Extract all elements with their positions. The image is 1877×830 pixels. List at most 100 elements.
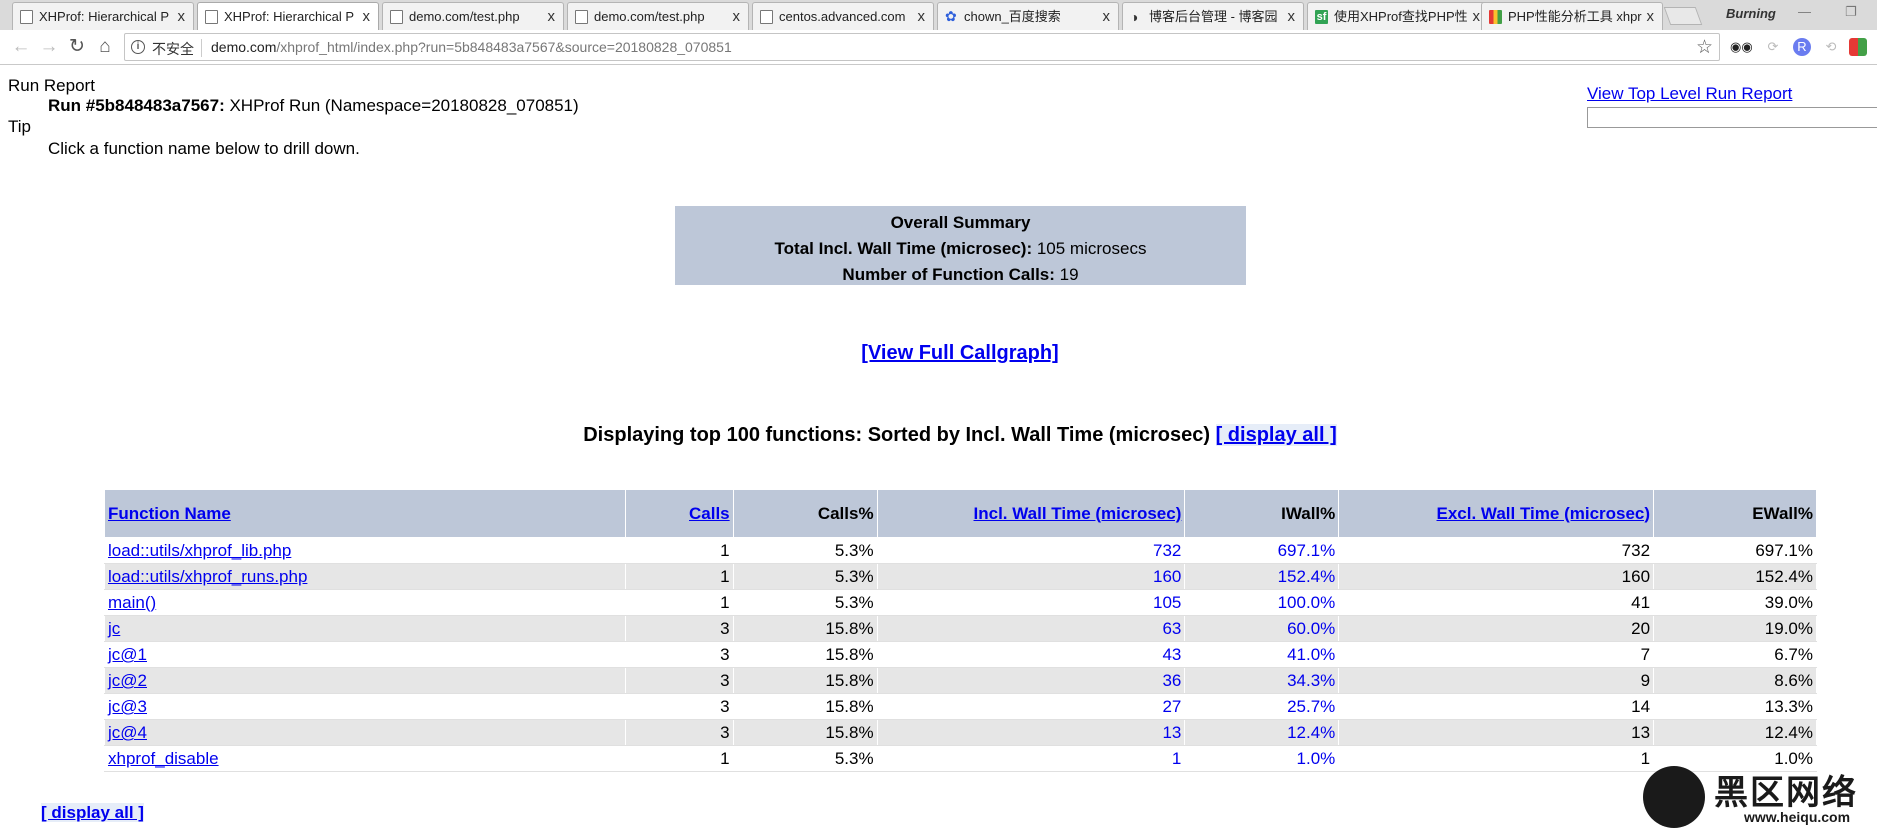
function-search-input[interactable]: [1587, 107, 1877, 128]
minimize-icon[interactable]: —: [1798, 4, 1811, 19]
forward-icon[interactable]: →: [37, 34, 61, 60]
ewall-pct-cell: 152.4%: [1755, 567, 1813, 586]
col-calls[interactable]: Calls: [624, 489, 734, 538]
excl-wall-cell: 9: [1640, 671, 1651, 690]
function-name-td[interactable]: jc@3: [104, 693, 626, 720]
calls-cell: 3: [720, 619, 730, 638]
iwall-pct-cell: 1.0%: [1296, 749, 1336, 768]
view-callgraph-link[interactable]: [View Full Callgraph]: [861, 342, 1058, 364]
function-name-link[interactable]: load::utils/xhprof_lib.php: [108, 541, 291, 560]
function-name-td[interactable]: load::utils/xhprof_runs.php: [104, 563, 626, 590]
table-row: jc 3 15.8% 63 60.0% 20 19.0%: [104, 615, 1817, 642]
function-name-link[interactable]: jc@2: [108, 671, 147, 690]
function-name-td[interactable]: jc@4: [104, 719, 626, 746]
calls-cell: 3: [720, 671, 730, 690]
bookmark-star-icon[interactable]: ☆: [1696, 36, 1713, 59]
tab-test-php-1[interactable]: demo.com/test.php x: [382, 2, 564, 30]
excl-wall-cell: 732: [1621, 541, 1651, 560]
calls-cell: 3: [720, 697, 730, 716]
sync-extension-icon[interactable]: ⟳: [1764, 38, 1782, 56]
function-name-td[interactable]: jc: [104, 615, 626, 642]
close-icon[interactable]: x: [363, 3, 371, 30]
user-profile-name[interactable]: Burning: [1726, 6, 1776, 21]
display-all-link[interactable]: [ display all ]: [1215, 424, 1337, 446]
summary-title: Overall Summary: [890, 213, 1031, 232]
close-icon[interactable]: x: [1473, 3, 1481, 30]
run-info: Run #5b848483a7567: XHProf Run (Namespac…: [48, 96, 579, 116]
incl-wall-cell: 732: [1152, 541, 1182, 560]
close-icon[interactable]: x: [1288, 3, 1296, 30]
close-icon[interactable]: x: [1647, 3, 1655, 30]
tab-cnblogs[interactable]: ◑ 博客后台管理 - 博客园 x: [1122, 2, 1304, 30]
sort-incl-wall-link[interactable]: Incl. Wall Time (microsec): [974, 504, 1182, 523]
page-icon: [760, 10, 773, 24]
close-icon[interactable]: x: [178, 3, 186, 30]
info-icon[interactable]: i: [131, 40, 145, 54]
incl-wall-cell-td: 732: [876, 537, 1186, 564]
color-extension-icon[interactable]: [1849, 38, 1867, 56]
calls-cell-td: 3: [624, 667, 734, 694]
function-name-td[interactable]: load::utils/xhprof_lib.php: [104, 537, 626, 564]
incl-wall-cell-td: 43: [876, 641, 1186, 668]
reload-icon[interactable]: ↻: [65, 34, 89, 60]
iwall-pct-cell: 34.3%: [1287, 671, 1336, 690]
function-name-link[interactable]: jc@4: [108, 723, 147, 742]
tab-baidu[interactable]: ✿ chown_百度搜索 x: [937, 2, 1119, 30]
function-name-link[interactable]: main(): [108, 593, 156, 612]
ewall-pct-cell-td: 12.4%: [1653, 719, 1817, 746]
tab-xhprof-1[interactable]: XHProf: Hierarchical P x: [12, 2, 194, 30]
function-name-link[interactable]: jc: [108, 619, 120, 638]
home-icon[interactable]: ⌂: [93, 34, 117, 60]
excl-wall-cell-td: 7: [1338, 641, 1655, 668]
incl-wall-cell: 27: [1162, 697, 1182, 716]
function-name-td[interactable]: jc@1: [104, 641, 626, 668]
function-name-td[interactable]: main(): [104, 589, 626, 616]
r-extension-icon[interactable]: R: [1793, 38, 1811, 56]
tab-segmentfault[interactable]: sf 使用XHProf查找PHP性 x: [1307, 2, 1489, 30]
bottom-display-all-link[interactable]: [ display all ]: [41, 803, 144, 822]
url-path: /xhprof_html/index.php?run=5b848483a7567…: [276, 39, 732, 55]
ewall-pct-cell: 8.6%: [1774, 671, 1813, 690]
function-name-link[interactable]: jc@3: [108, 697, 147, 716]
excl-wall-cell-td: 9: [1338, 667, 1655, 694]
new-tab-button[interactable]: [1663, 7, 1703, 25]
close-icon[interactable]: x: [733, 3, 741, 30]
calls-cell: 1: [720, 593, 730, 612]
close-icon[interactable]: x: [918, 3, 926, 30]
function-name-link[interactable]: load::utils/xhprof_runs.php: [108, 567, 307, 586]
function-name-td[interactable]: xhprof_disable: [104, 745, 626, 772]
ewall-pct-cell-td: 13.3%: [1653, 693, 1817, 720]
tab-xhprof-2[interactable]: XHProf: Hierarchical P x: [197, 2, 379, 30]
restore-icon[interactable]: ❐: [1845, 4, 1857, 20]
tab-title: PHP性能分析工具 xhpr: [1508, 9, 1642, 24]
refresh-extension-icon[interactable]: ⟲: [1822, 38, 1840, 56]
sort-function-name-link[interactable]: Function Name: [108, 504, 231, 523]
tab-php-profiler[interactable]: PHP性能分析工具 xhpr x: [1481, 2, 1663, 30]
excl-wall-cell-td: 1: [1338, 745, 1655, 772]
function-name-link[interactable]: xhprof_disable: [108, 749, 219, 768]
sort-calls-link[interactable]: Calls: [689, 504, 730, 523]
calls-pct-cell: 5.3%: [834, 567, 874, 586]
close-icon[interactable]: x: [1103, 3, 1111, 30]
incl-wall-cell: 36: [1162, 671, 1182, 690]
col-incl-wall[interactable]: Incl. Wall Time (microsec): [876, 489, 1186, 538]
url-text[interactable]: demo.com/xhprof_html/index.php?run=5b848…: [211, 39, 732, 55]
col-excl-wall[interactable]: Excl. Wall Time (microsec): [1338, 489, 1655, 538]
watermark-icon: [1643, 766, 1705, 828]
ewall-pct-cell-td: 152.4%: [1653, 563, 1817, 590]
iwall-pct-cell-td: 60.0%: [1184, 615, 1340, 642]
baidu-icon: ✿: [945, 8, 957, 24]
view-top-level-link[interactable]: View Top Level Run Report: [1587, 84, 1792, 104]
address-bar[interactable]: i 不安全 demo.com/xhprof_html/index.php?run…: [124, 33, 1720, 61]
close-icon[interactable]: x: [548, 3, 556, 30]
back-icon[interactable]: ←: [9, 34, 33, 60]
incl-wall-cell-td: 13: [876, 719, 1186, 746]
sort-excl-wall-link[interactable]: Excl. Wall Time (microsec): [1437, 504, 1651, 523]
function-name-td[interactable]: jc@2: [104, 667, 626, 694]
tab-test-php-2[interactable]: demo.com/test.php x: [567, 2, 749, 30]
tab-centos[interactable]: centos.advanced.com x: [752, 2, 934, 30]
col-function-name[interactable]: Function Name: [104, 489, 626, 538]
segmentfault-icon: sf: [1315, 10, 1328, 24]
glasses-extension-icon[interactable]: ◉◉: [1730, 38, 1753, 56]
function-name-link[interactable]: jc@1: [108, 645, 147, 664]
